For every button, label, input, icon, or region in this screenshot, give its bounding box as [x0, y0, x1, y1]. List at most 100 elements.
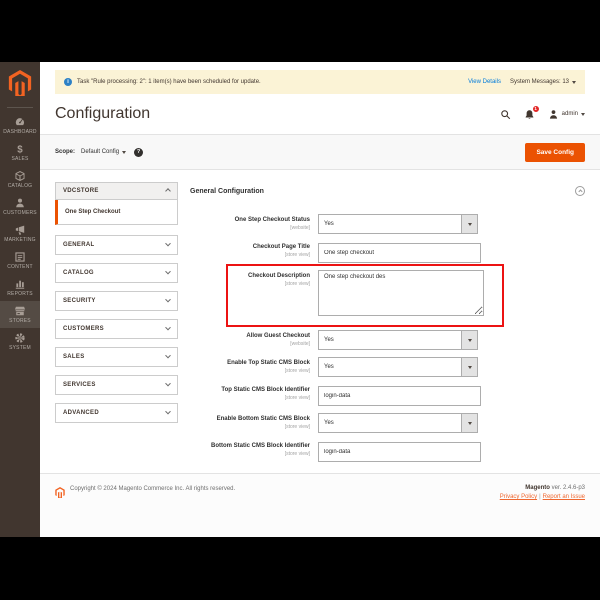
sidebar-divider: [7, 107, 33, 108]
textarea-checkout-description[interactable]: [318, 270, 484, 316]
input-checkout-page-title[interactable]: [318, 243, 481, 263]
collapse-section-icon[interactable]: [575, 186, 585, 196]
nav-section-advanced[interactable]: ADVANCED: [55, 403, 178, 423]
magento-footer-logo-icon: [55, 485, 65, 503]
nav-section-security[interactable]: SECURITY: [55, 291, 178, 311]
field-label: Checkout Description [store view]: [190, 270, 318, 321]
sidebar-item-dashboard[interactable]: DASHBOARD: [0, 112, 40, 139]
select-one-step-checkout-status[interactable]: Yes: [318, 214, 478, 234]
sidebar-item-label: REPORTS: [7, 291, 33, 297]
catalog-icon: [14, 170, 26, 182]
version-text: Magento ver. 2.4.6-p3: [525, 485, 585, 491]
select-enable-bottom-static-cms-block[interactable]: Yes: [318, 413, 478, 433]
nav-item-one-step-checkout[interactable]: One Step Checkout: [55, 200, 178, 225]
sidebar-item-label: CUSTOMERS: [3, 210, 37, 216]
field-label: Checkout Page Title [store view]: [190, 241, 318, 263]
sidebar-item-catalog[interactable]: CATALOG: [0, 166, 40, 193]
nav-section-customers[interactable]: CUSTOMERS: [55, 319, 178, 339]
caret-down-icon: [581, 112, 585, 116]
sidebar-item-label: DASHBOARD: [3, 129, 37, 135]
admin-account-menu[interactable]: admin: [548, 109, 585, 120]
field-label: Enable Bottom Static CMS Block [store vie…: [190, 413, 318, 433]
chevron-down-icon: [165, 352, 171, 359]
sidebar-item-system[interactable]: SYSTEM: [0, 328, 40, 355]
caret-down-icon: [572, 80, 576, 84]
stores-icon: [14, 305, 26, 317]
nav-section-catalog[interactable]: CATALOG: [55, 263, 178, 283]
field-row: Bottom Static CMS Block Identifier [store…: [190, 440, 585, 462]
dashboard-icon: [14, 116, 26, 128]
scope-hint: [website]: [290, 340, 310, 347]
nav-section-general[interactable]: GENERAL: [55, 235, 178, 255]
chevron-up-icon: [165, 188, 171, 194]
sidebar-item-content[interactable]: CONTENT: [0, 247, 40, 274]
select-arrow-icon: [461, 414, 477, 432]
field-row: Enable Bottom Static CMS Block [store vie…: [190, 413, 585, 433]
section-heading: General Configuration: [190, 187, 264, 195]
scope-hint: [store view]: [284, 251, 310, 258]
view-details-link[interactable]: View Details: [468, 79, 501, 85]
chevron-down-icon: [165, 324, 171, 331]
nav-collapsed-sections: GENERAL CATALOG SECURITY CUSTOMERS SALES SERV…: [55, 235, 178, 423]
page-title: Configuration: [55, 105, 151, 122]
system-messages-dropdown[interactable]: System Messages: 13: [510, 79, 576, 85]
field-label: Bottom Static CMS Block Identifier [store…: [190, 440, 318, 462]
nav-section-sales[interactable]: SALES: [55, 347, 178, 367]
scope-hint: [store view]: [284, 423, 310, 430]
scope-label: Scope:: [55, 149, 76, 155]
config-nav: VDCSTORE One Step Checkout GENERAL CATALO…: [55, 182, 178, 473]
sidebar-item-label: STORES: [9, 318, 31, 324]
magento-logo-icon[interactable]: [8, 70, 32, 101]
caret-down-icon: [122, 150, 127, 154]
field-row: Allow Guest Checkout [website] Yes: [190, 330, 585, 350]
sidebar-item-sales[interactable]: $ SALES: [0, 139, 40, 166]
sales-icon: $: [14, 143, 26, 155]
sidebar-item-label: CONTENT: [7, 264, 33, 270]
scope-bar: Scope: Default Config ? Save Config: [40, 134, 600, 170]
privacy-policy-link[interactable]: Privacy Policy: [500, 494, 537, 500]
select-allow-guest-checkout[interactable]: Yes: [318, 330, 478, 350]
info-icon: i: [64, 78, 72, 86]
field-row: Top Static CMS Block Identifier [store vi…: [190, 384, 585, 406]
sidebar-item-customers[interactable]: CUSTOMERS: [0, 193, 40, 220]
field-label: Top Static CMS Block Identifier [store vi…: [190, 384, 318, 406]
copyright-text: Copyright © 2024 Magento Commerce Inc. A…: [70, 486, 236, 492]
admin-window: DASHBOARD $ SALES CATALOG CUSTOMERS MARKETING…: [0, 62, 600, 537]
sidebar-item-label: SALES: [11, 156, 29, 162]
main-area: i Task "Rule processing: 2": 1 item(s) h…: [40, 62, 600, 537]
nav-section-vdcstore[interactable]: VDCSTORE: [55, 182, 178, 200]
select-enable-top-static-cms-block[interactable]: Yes: [318, 357, 478, 377]
sidebar-item-label: SYSTEM: [9, 345, 31, 351]
save-config-button[interactable]: Save Config: [525, 142, 585, 162]
admin-username: admin: [561, 111, 578, 117]
sidebar-item-reports[interactable]: REPORTS: [0, 274, 40, 301]
field-row: One Step Checkout Status [website] Yes: [190, 214, 585, 234]
field-row: Enable Top Static CMS Block [store view] Y…: [190, 357, 585, 377]
marketing-icon: [14, 224, 26, 236]
sidebar-item-stores[interactable]: STORES: [0, 301, 40, 328]
scope-switcher[interactable]: Default Config: [81, 149, 127, 155]
scope-hint: [store view]: [284, 367, 310, 374]
search-icon[interactable]: [500, 109, 511, 120]
customers-icon: [14, 197, 26, 209]
scope-help-icon[interactable]: ?: [134, 147, 144, 157]
chevron-down-icon: [165, 296, 171, 303]
scope-hint: [store view]: [284, 394, 310, 401]
reports-icon: [14, 278, 26, 290]
report-issue-link[interactable]: Report an Issue: [543, 494, 585, 500]
chevron-down-icon: [165, 408, 171, 415]
chevron-down-icon: [165, 240, 171, 247]
chevron-down-icon: [165, 268, 171, 275]
nav-section-services[interactable]: SERVICES: [55, 375, 178, 395]
field-label: Allow Guest Checkout [website]: [190, 330, 318, 350]
page-header: Configuration 1 admin: [40, 94, 600, 134]
main-menu-sidebar: DASHBOARD $ SALES CATALOG CUSTOMERS MARKETING…: [0, 62, 40, 537]
input-top-static-cms-block-identifier[interactable]: [318, 386, 481, 406]
input-bottom-static-cms-block-identifier[interactable]: [318, 442, 481, 462]
notifications-bell-icon[interactable]: 1: [524, 104, 540, 120]
select-arrow-icon: [461, 215, 477, 233]
field-row: Checkout Page Title [store view]: [190, 241, 585, 263]
system-icon: [14, 332, 26, 344]
sidebar-item-marketing[interactable]: MARKETING: [0, 220, 40, 247]
content-area: VDCSTORE One Step Checkout GENERAL CATALO…: [40, 170, 600, 473]
